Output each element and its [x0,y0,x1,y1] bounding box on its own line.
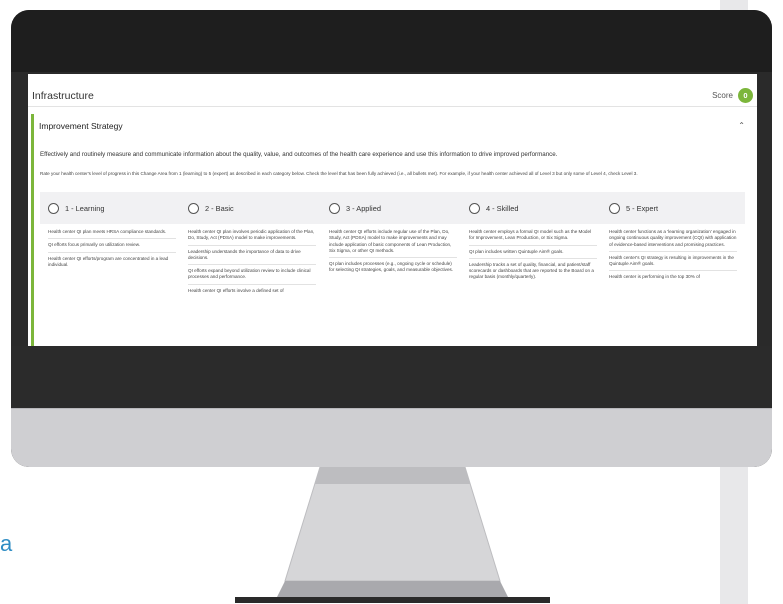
rating-instructions: Rate your health center's level of progr… [40,171,638,176]
criteria-item: Health center QI plan meets HRSA complia… [48,228,176,240]
score-display: Score 0 [712,88,753,103]
stand-foot [235,597,550,603]
level-option-5[interactable]: 5 - Expert [609,192,658,224]
radio-button[interactable] [609,202,620,214]
stand-neck-shade [315,467,470,484]
stand-base [277,581,508,597]
criteria-item: QI plan includes written Quintuple Aim® … [469,248,597,259]
levels-row: 1 - Learning 2 - Basic 3 - Applied 4 - S… [40,192,745,224]
section-title: Infrastructure [32,90,94,102]
criteria-item: Health center's QI strategy is resulting… [609,254,737,272]
score-label: Score [712,91,733,100]
stand-neck [284,466,501,582]
stage: a Infrastructure Score 0 Improvement Str… [0,0,783,604]
level-option-4[interactable]: 4 - Skilled [469,192,518,224]
criteria-column-1: Health center QI plan meets HRSA complia… [48,228,176,273]
criteria-item: Leadership understands the importance of… [188,248,316,266]
monitor-stand [235,466,550,603]
monitor-screen: Infrastructure Score 0 Improvement Strat… [28,74,757,346]
criteria-column-4: Health center employs a formal QI model … [469,228,597,286]
radio-button[interactable] [188,202,199,214]
criteria-item: QI plan includes processes (e.g., ongoin… [329,261,454,273]
level-label: 2 - Basic [205,203,234,213]
radio-button[interactable] [329,202,340,214]
monitor-chin [11,408,772,467]
level-label: 4 - Skilled [486,203,519,213]
criteria-item: QI efforts focus primarily on utilizatio… [48,241,176,253]
panel-title: Improvement Strategy [39,121,123,131]
level-label: 1 - Learning [65,203,105,213]
level-option-3[interactable]: 3 - Applied [329,192,381,224]
criteria-item: Health center QI plan involves periodic … [188,228,316,246]
criteria-item: Health center QI efforts include regular… [329,228,457,259]
panel-header[interactable]: Improvement Strategy ⌃ [34,114,753,136]
level-label: 3 - Applied [346,203,381,213]
criteria-item: QI efforts expand beyond utilization rev… [188,267,316,285]
criteria-item: Health center employs a formal QI model … [469,228,597,246]
chevron-up-icon[interactable]: ⌃ [738,121,745,130]
criteria-column-3: Health center QI efforts include regular… [329,228,457,279]
monitor-top-bezel [11,10,772,72]
criteria-item: Health center functions as a 'learning o… [609,228,737,252]
monitor-bottom-bezel [11,346,772,408]
criteria-column-2: Health center QI plan involves periodic … [188,228,316,299]
radio-button[interactable] [48,202,59,214]
panel-description: Effectively and routinely measure and co… [40,151,558,158]
radio-button[interactable] [469,202,480,214]
level-label: 5 - Expert [626,203,659,213]
improvement-strategy-panel: Improvement Strategy ⌃ Effectively and r… [31,114,753,346]
criteria-column-5: Health center functions as a 'learning o… [609,228,737,286]
section-header: Infrastructure Score 0 [28,87,757,107]
criteria-item: Health center is performing in the top 3… [609,274,700,280]
criteria-item: Health center QI efforts/program are con… [48,255,169,267]
criteria-item: Health center QI efforts involve a defin… [188,287,284,293]
score-badge: 0 [738,88,753,103]
criteria-item: Leadership tracks a set of quality, fina… [469,261,594,280]
level-option-2[interactable]: 2 - Basic [188,192,234,224]
level-option-1[interactable]: 1 - Learning [48,192,104,224]
